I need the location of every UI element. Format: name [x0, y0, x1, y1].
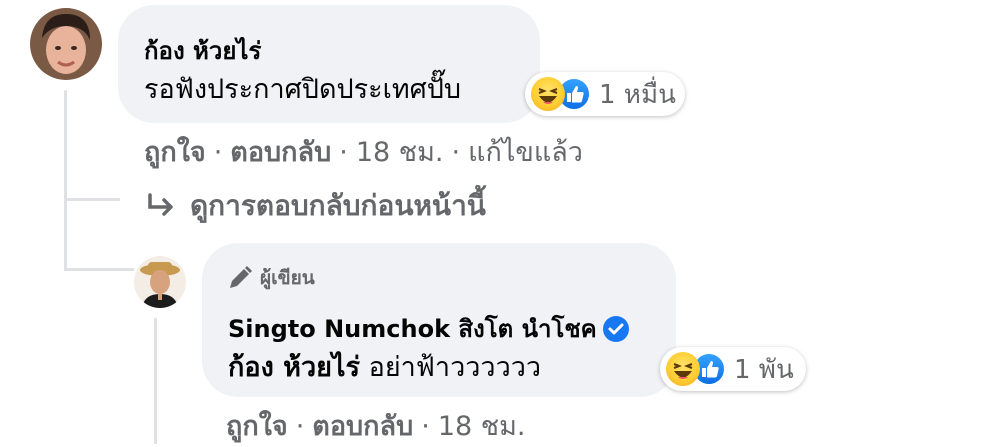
reply-button[interactable]: ตอบกลับ	[312, 404, 413, 447]
avatar[interactable]	[30, 8, 102, 80]
thread-connector	[64, 198, 120, 201]
reply-text: ก้อง ห้วยไร่ อย่าฟ้าวววววว	[228, 345, 541, 388]
reply-message: อย่าฟ้าวววววว	[368, 352, 542, 383]
like-button[interactable]: ถูกใจ	[144, 130, 206, 173]
author-badge: ผู้เขียน	[226, 263, 315, 293]
thread-connector	[64, 268, 134, 271]
reaction-count: 1 พัน	[734, 354, 794, 385]
view-previous-replies-link[interactable]: ดูการตอบกลับก่อนหน้านี้	[144, 184, 486, 228]
separator: ·	[339, 137, 348, 168]
reaction-summary[interactable]: 1 หมื่น	[525, 72, 685, 116]
haha-reaction-icon	[666, 352, 700, 386]
separator: ·	[451, 137, 461, 168]
view-previous-replies-label: ดูการตอบกลับก่อนหน้านี้	[190, 189, 486, 222]
haha-reaction-icon	[531, 77, 565, 111]
thread-line	[154, 318, 157, 444]
edited-label: แก้ไขแล้ว	[468, 137, 583, 168]
pencil-icon	[226, 264, 254, 292]
comment-actions: ถูกใจ · ตอบกลับ · 18 ชม. · แก้ไขแล้ว	[144, 130, 583, 173]
separator: ·	[421, 411, 430, 442]
avatar[interactable]	[134, 256, 186, 308]
reply-actions: ถูกใจ · ตอบกลับ · 18 ชม.	[226, 404, 525, 447]
comment-text: รอฟังประกาศปิดประเทศปั๊บ	[144, 74, 462, 105]
timestamp[interactable]: 18 ชม.	[438, 404, 526, 447]
reply-bubble: ผู้เขียน Singto Numchok สิงโต นำโชค ก้อง…	[202, 243, 676, 397]
like-button[interactable]: ถูกใจ	[226, 404, 288, 447]
thread-line	[64, 90, 67, 270]
reply-arrow-icon	[144, 191, 178, 221]
timestamp[interactable]: 18 ชม.	[356, 130, 444, 173]
author-badge-label: ผู้เขียน	[260, 267, 315, 289]
comment-author[interactable]: ก้อง ห้วยไร่	[144, 31, 261, 70]
reaction-summary[interactable]: 1 พัน	[660, 347, 806, 391]
separator: ·	[295, 411, 305, 442]
reply-button[interactable]: ตอบกลับ	[230, 130, 331, 173]
reaction-count: 1 หมื่น	[599, 79, 676, 110]
mention-link[interactable]: ก้อง ห้วยไร่	[228, 352, 360, 383]
verified-icon	[602, 315, 629, 342]
comment-bubble: ก้อง ห้วยไร่ รอฟังประกาศปิดประเทศปั๊บ	[118, 5, 540, 123]
reply-author-name: Singto Numchok สิงโต นำโชค	[228, 315, 597, 343]
separator: ·	[213, 137, 223, 168]
reply-author[interactable]: Singto Numchok สิงโต นำโชค	[228, 309, 629, 348]
